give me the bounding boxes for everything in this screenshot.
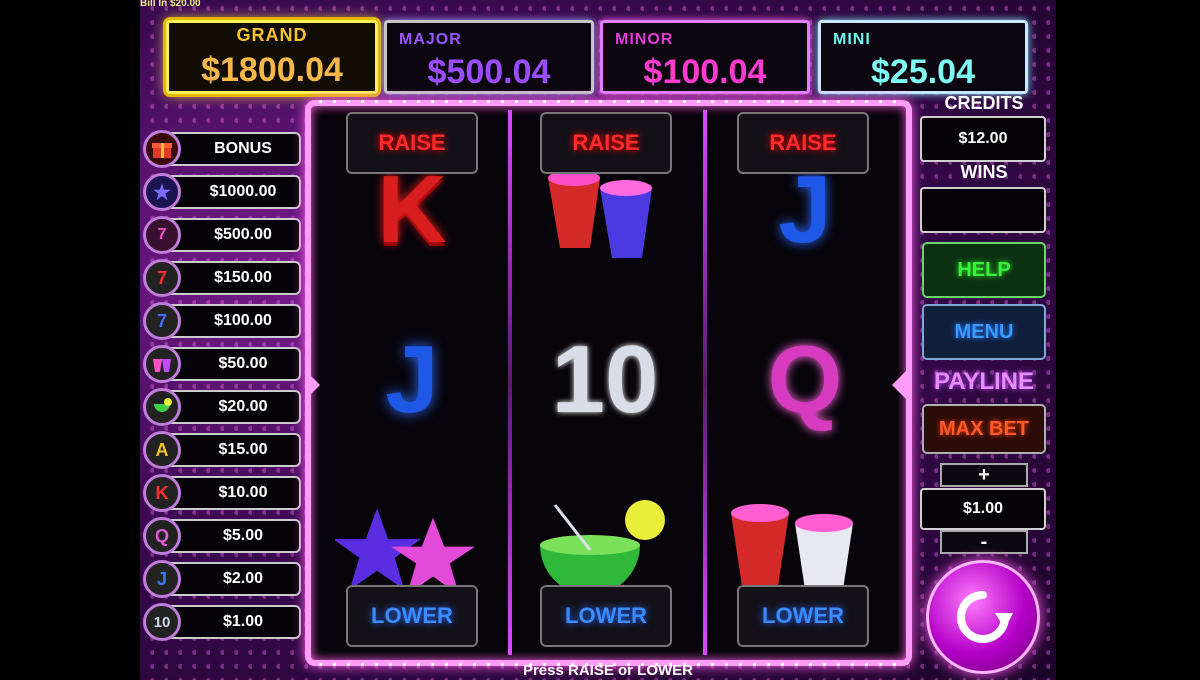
wins-value	[920, 187, 1046, 233]
super-seven-icon: 7	[143, 216, 181, 254]
bet-value: $1.00	[920, 488, 1046, 530]
bill-in-text: Bill In $20.00	[140, 0, 201, 9]
paytable-row: 10 $1.00	[143, 603, 301, 641]
paytable-row: 7 $500.00	[143, 216, 301, 254]
minor-label: MINOR	[615, 31, 674, 48]
reel-2-mid-symbol: 10	[551, 326, 659, 433]
status-message: Press RAISE or LOWER	[522, 662, 694, 679]
lower-button-reel-3[interactable]: LOWER	[737, 585, 869, 647]
paytable-value: $500.00	[163, 218, 301, 252]
grand-jackpot-panel: GRAND $1800.04	[166, 20, 378, 94]
payline-left-arrow-icon	[306, 371, 320, 399]
paytable-row: A $15.00	[143, 431, 301, 469]
major-label: MAJOR	[399, 31, 462, 48]
major-jackpot-panel: MAJOR $500.04	[384, 20, 594, 94]
paytable-value: $20.00	[163, 390, 301, 424]
spin-button[interactable]	[926, 560, 1040, 674]
paytable-value: $50.00	[163, 347, 301, 381]
paytable-value: $1.00	[163, 605, 301, 639]
major-value: $500.04	[427, 53, 551, 91]
mini-jackpot-panel: MINI $25.04	[818, 20, 1028, 94]
raise-button-reel-3[interactable]: RAISE	[737, 112, 869, 174]
minor-jackpot-panel: MINOR $100.04	[600, 20, 810, 94]
max-bet-button[interactable]: MAX BET	[922, 404, 1046, 454]
blue-seven-icon: 7	[143, 302, 181, 340]
mini-label: MINI	[833, 31, 871, 48]
letter-j-icon: J	[143, 560, 181, 598]
gift-box-icon	[143, 130, 181, 168]
paytable-row: J $2.00	[143, 560, 301, 598]
minor-value: $100.04	[643, 53, 767, 91]
cups-icon	[143, 345, 181, 383]
letter-k-icon: K	[143, 474, 181, 512]
paytable-row: ★ $1000.00	[143, 173, 301, 211]
number-10-icon: 10	[143, 603, 181, 641]
paytable-row: 7 $150.00	[143, 259, 301, 297]
paytable-row: 7 $100.00	[143, 302, 301, 340]
reel-1-mid-symbol: J	[385, 326, 439, 433]
paytable-value: $15.00	[163, 433, 301, 467]
letter-q-icon: Q	[143, 517, 181, 555]
paytable-value: $150.00	[163, 261, 301, 295]
paytable-row: Q $5.00	[143, 517, 301, 555]
wins-label: WINS	[960, 162, 1008, 182]
paytable-row: K $10.00	[143, 474, 301, 512]
reel-divider	[703, 110, 707, 655]
grand-label: GRAND	[236, 25, 308, 45]
bet-plus-button[interactable]: +	[940, 463, 1028, 487]
reel-3-mid-symbol: Q	[767, 326, 843, 433]
raise-button-reel-1[interactable]: RAISE	[346, 112, 478, 174]
paytable-value: $5.00	[163, 519, 301, 553]
letter-a-icon: A	[143, 431, 181, 469]
credits-label: CREDITS	[944, 93, 1024, 113]
paytable-value: $1000.00	[163, 175, 301, 209]
raise-button-reel-2[interactable]: RAISE	[540, 112, 672, 174]
spin-arrow-icon	[957, 591, 1013, 643]
bet-minus-button[interactable]: -	[940, 530, 1028, 554]
cocktail-icon	[143, 388, 181, 426]
paytable-row: BONUS	[143, 130, 301, 168]
lower-button-reel-1[interactable]: LOWER	[346, 585, 478, 647]
stars-icon: ★	[143, 173, 181, 211]
mini-value: $25.04	[871, 53, 975, 91]
lower-button-reel-2[interactable]: LOWER	[540, 585, 672, 647]
paytable-value: $100.00	[163, 304, 301, 338]
paytable-row: $20.00	[143, 388, 301, 426]
menu-button[interactable]: MENU	[922, 304, 1046, 360]
paytable-value: $10.00	[163, 476, 301, 510]
payline-label: PAYLINE	[933, 368, 1035, 395]
paytable-row: $50.00	[143, 345, 301, 383]
paytable-value: BONUS	[163, 132, 301, 166]
credits-value: $12.00	[920, 116, 1046, 162]
help-button[interactable]: HELP	[922, 242, 1046, 298]
paytable-value: $2.00	[163, 562, 301, 596]
payline-right-arrow-icon	[892, 371, 906, 399]
reel-divider	[508, 110, 512, 655]
grand-value: $1800.04	[201, 51, 343, 89]
red-seven-icon: 7	[143, 259, 181, 297]
